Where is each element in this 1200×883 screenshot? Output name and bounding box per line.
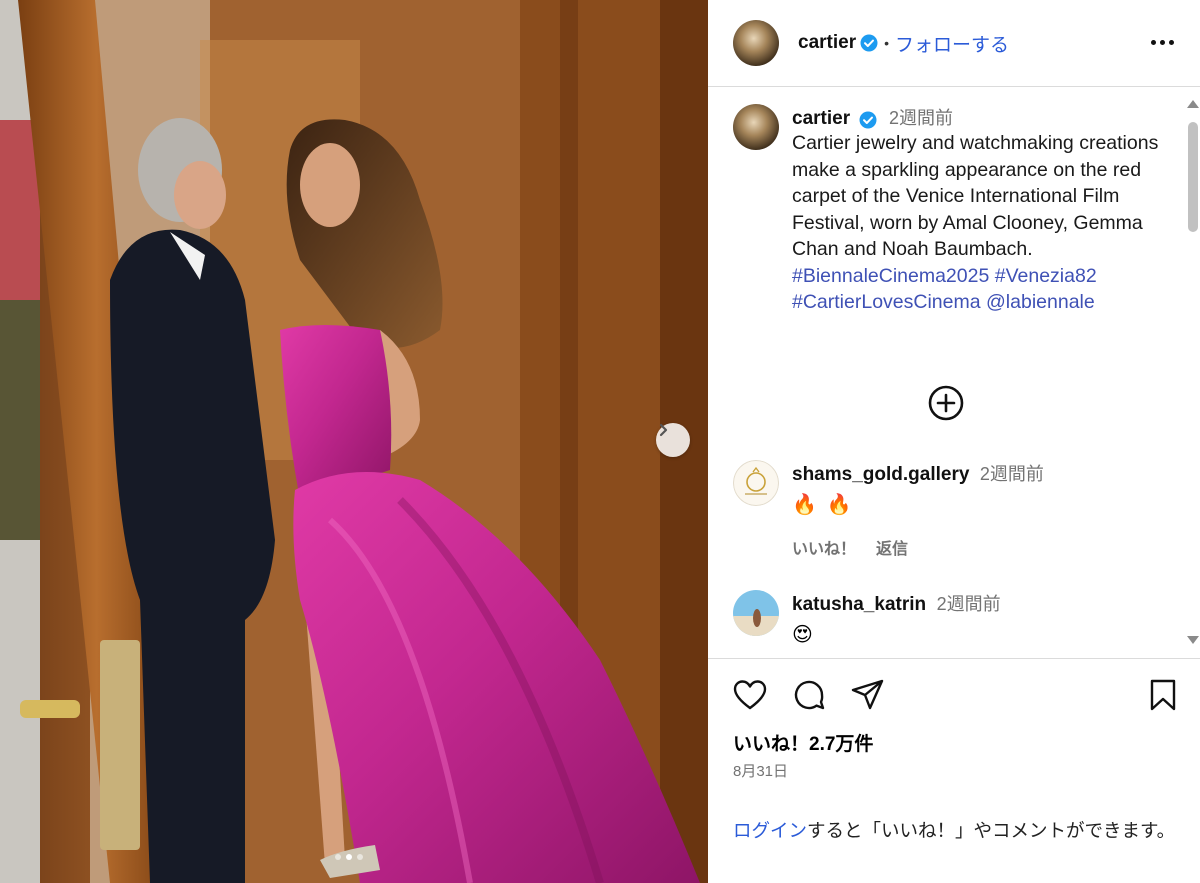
caption-username[interactable]: cartier: [792, 108, 850, 129]
comment-emoji: 🔥: [792, 494, 817, 516]
carousel-dot: [335, 854, 341, 860]
comment-item: katusha_katrin 2週間前 😍: [733, 590, 1001, 647]
share-button[interactable]: [850, 679, 886, 715]
comment-emoji: 🔥: [826, 494, 852, 516]
header-separator: •: [884, 35, 890, 51]
more-options-icon[interactable]: [1148, 30, 1176, 54]
like-count[interactable]: いいね！2.7万件: [733, 729, 873, 756]
comment-time[interactable]: 2週間前: [980, 464, 1044, 484]
login-prompt-text: すると「いいね！」やコメントができます。: [807, 820, 1176, 841]
caption-time[interactable]: 2週間前: [889, 108, 953, 128]
scrollbar-thumb[interactable]: [1188, 122, 1198, 232]
post-header: cartier • フォローする: [708, 0, 1200, 87]
login-prompt: ログインすると「いいね！」やコメントができます。: [733, 817, 1183, 845]
comment-like-button[interactable]: いいね！: [792, 535, 856, 559]
hashtag-link[interactable]: #CartierLovesCinema: [792, 291, 981, 313]
follow-button[interactable]: フォローする: [895, 30, 1009, 57]
carousel-dot: [357, 854, 363, 860]
load-more-comments-button[interactable]: [927, 384, 965, 422]
post-photo[interactable]: [0, 0, 708, 883]
hashtag-link[interactable]: #BiennaleCinema2025: [792, 265, 989, 287]
login-link[interactable]: ログイン: [733, 820, 807, 841]
commenter-username[interactable]: katusha_katrin: [792, 594, 926, 615]
verified-badge-icon: [859, 111, 877, 129]
hashtag-link[interactable]: #Venezia82: [995, 265, 1097, 287]
comments-scroll-area[interactable]: cartier 2週間前 Cartier jewelry and watchma…: [708, 88, 1200, 658]
comment-time[interactable]: 2週間前: [937, 594, 1001, 614]
carousel-dot-active: [346, 854, 352, 860]
share-icon: [851, 679, 885, 716]
scroll-down-arrow[interactable]: [1187, 636, 1199, 644]
bookmark-icon: [1149, 679, 1177, 716]
caption-text: Cartier jewelry and watchmaking creation…: [792, 130, 1164, 316]
comments-scrollbar[interactable]: [1184, 96, 1200, 648]
commenter-username[interactable]: shams_gold.gallery: [792, 464, 969, 485]
photo-illustration: [0, 0, 708, 883]
verified-badge-icon: [860, 34, 878, 52]
caption-body-text: Cartier jewelry and watchmaking creation…: [792, 132, 1159, 260]
comment-text: 🔥 🔥: [792, 492, 1044, 517]
commenter-avatar[interactable]: [733, 590, 779, 636]
post-caption: cartier 2週間前 Cartier jewelry and watchma…: [733, 104, 1164, 316]
post-footer: いいね！2.7万件 8月31日 ログインすると「いいね！」やコメントができます。: [708, 658, 1200, 883]
commenter-avatar[interactable]: [733, 460, 779, 506]
heart-icon: [733, 679, 767, 716]
like-button[interactable]: [732, 679, 768, 715]
plus-circle-icon: [927, 385, 965, 426]
comment-text: 😍: [792, 622, 1001, 647]
carousel-indicator: [335, 854, 363, 860]
post-date[interactable]: 8月31日: [733, 760, 788, 781]
mention-link[interactable]: @labiennale: [986, 291, 1095, 313]
scroll-up-arrow[interactable]: [1187, 100, 1199, 108]
comment-icon: [792, 678, 826, 717]
comment-reply-button[interactable]: 返信: [876, 535, 908, 559]
carousel-next-button[interactable]: [656, 423, 690, 457]
comment-item: shams_gold.gallery 2週間前 🔥 🔥 いいね！ 返信: [733, 460, 1044, 559]
comment-emoji: 😍: [792, 624, 813, 646]
caption-author-avatar[interactable]: [733, 104, 779, 150]
comment-button[interactable]: [791, 679, 827, 715]
author-avatar[interactable]: [733, 20, 779, 66]
save-button[interactable]: [1145, 679, 1181, 715]
post-side-panel: cartier • フォローする cartier 2週間前 Cartier je…: [708, 0, 1200, 883]
author-username[interactable]: cartier: [798, 32, 856, 54]
